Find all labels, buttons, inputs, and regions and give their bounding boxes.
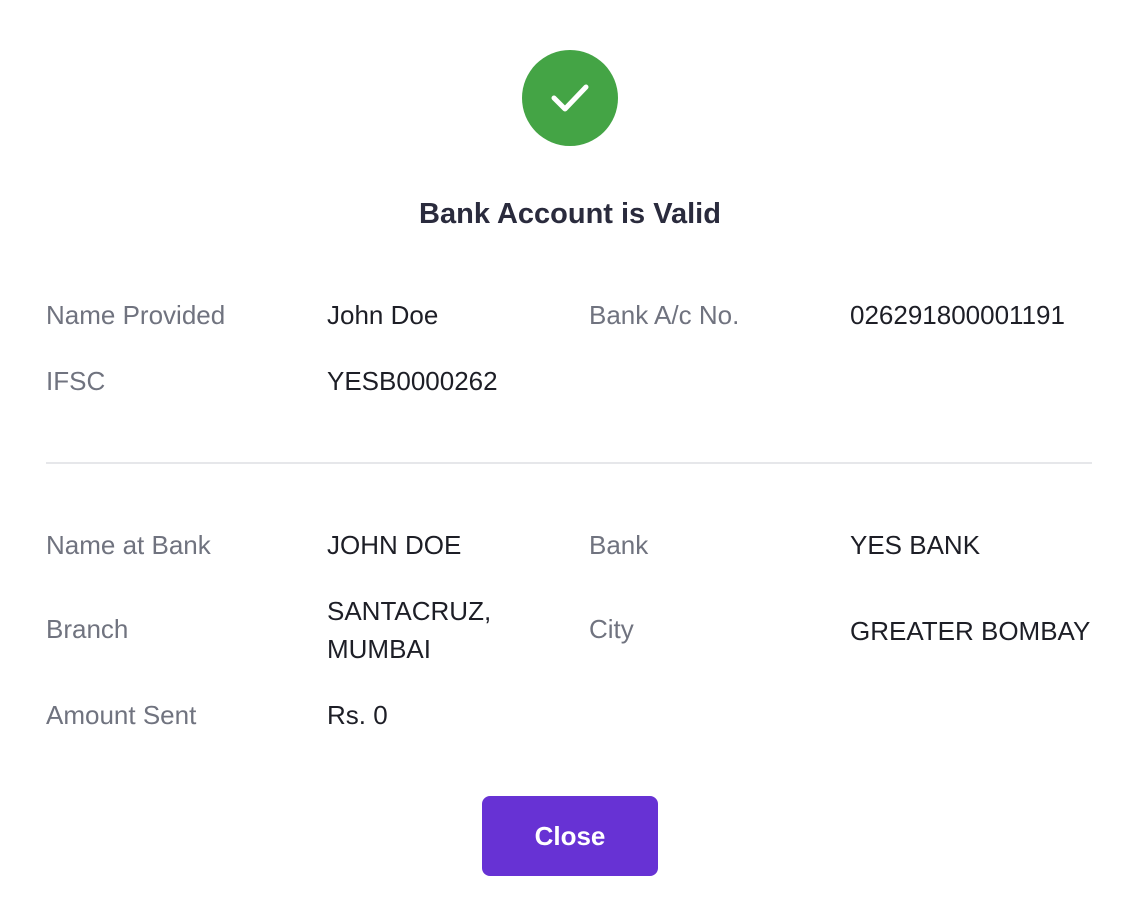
amount-sent-label: Amount Sent [46,700,197,730]
branch-value-line-1: SANTACRUZ, [327,596,492,626]
close-button[interactable]: Close [482,796,658,876]
name-at-bank-value: JOHN DOE [327,530,462,560]
check-icon [551,84,589,112]
validation-result-modal: Bank Account is Valid Name Provided John… [0,0,1140,904]
branch-value-line-2: MUMBAI [327,634,431,664]
status-title: Bank Account is Valid [419,198,721,230]
name-provided-label: Name Provided [46,300,226,330]
bank-label: Bank [589,530,649,560]
account-number-label: Bank A/c No. [589,300,740,330]
ifsc-value: YESB0000262 [327,366,498,396]
city-value: GREATER BOMBAY [850,616,1091,646]
success-check-icon [522,50,618,146]
name-provided-value: John Doe [327,300,439,330]
branch-label: Branch [46,614,129,644]
city-label: City [589,614,634,644]
amount-sent-value: Rs. 0 [327,700,388,730]
bank-value: YES BANK [850,530,981,560]
ifsc-label: IFSC [46,366,106,396]
name-at-bank-label: Name at Bank [46,530,211,560]
account-number-value: 026291800001191 [850,300,1065,330]
branch-value: SANTACRUZ, MUMBAI [327,592,547,668]
section-divider [46,462,1092,464]
